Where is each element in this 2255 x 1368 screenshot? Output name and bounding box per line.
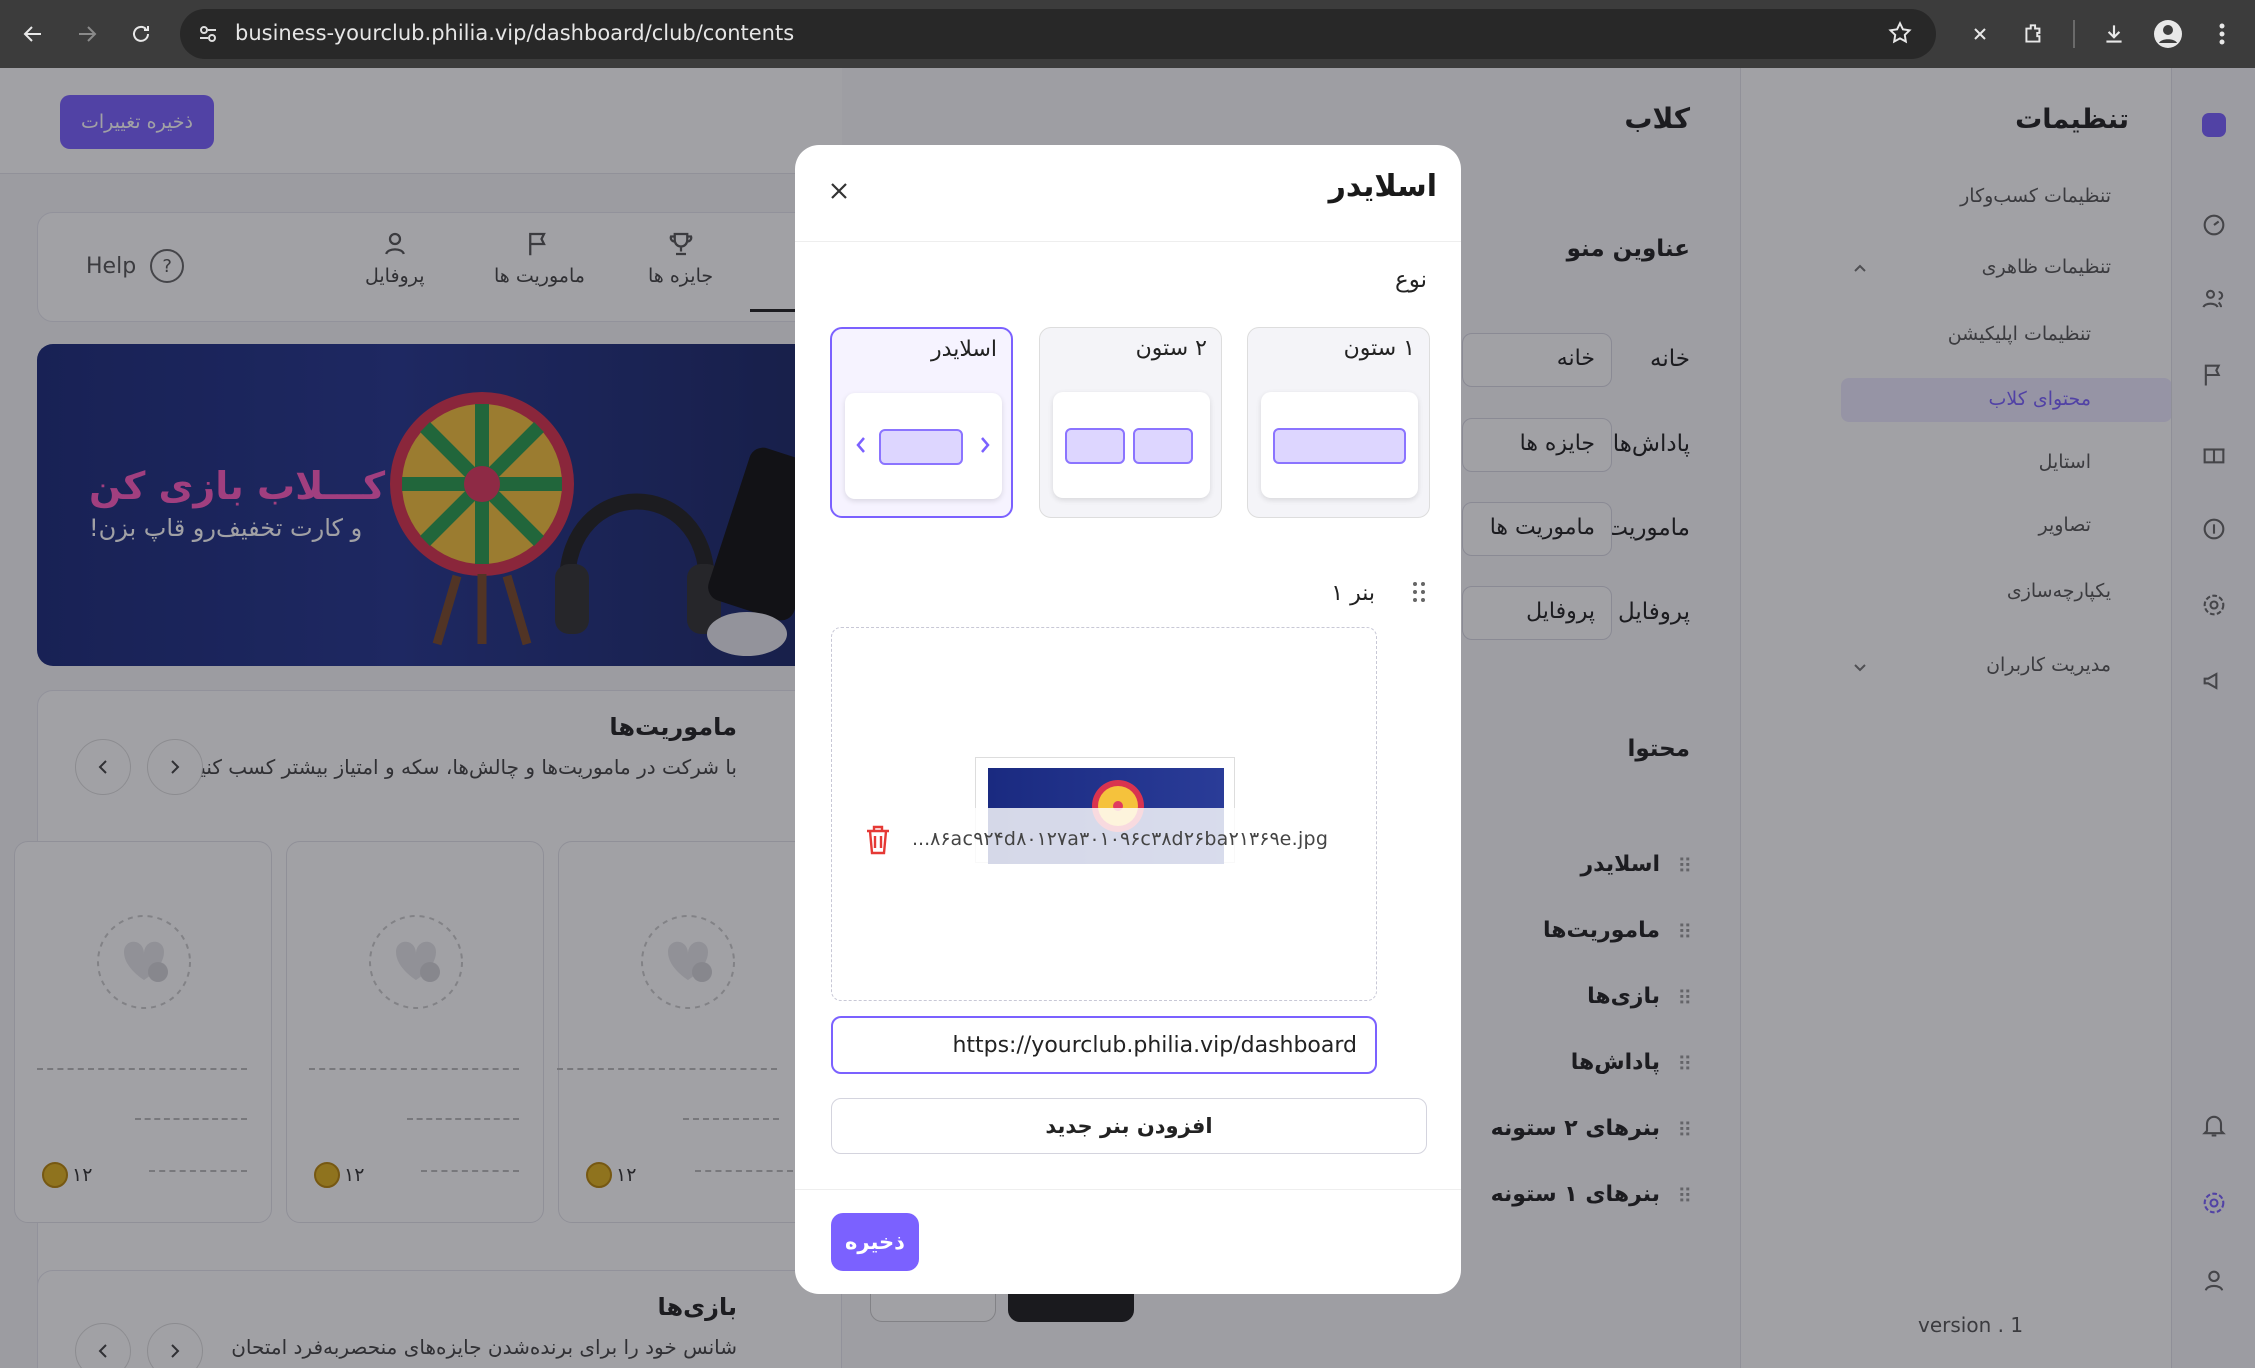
option-preview [845,393,1002,499]
layout-block [1133,428,1193,464]
site-info-icon[interactable] [194,20,222,48]
profile-icon[interactable] [2148,14,2188,54]
layout-block [1273,428,1406,464]
banner-label: بنر ۱ [1331,581,1375,606]
option-label: ۱ ستون [1343,336,1415,361]
close-tab-icon[interactable] [1960,14,2000,54]
delete-trash-icon[interactable] [864,824,892,856]
drag-handle-icon[interactable] [1411,580,1427,604]
reload-icon[interactable] [121,14,161,54]
slider-modal: اسلایدر نوع ۱ ستون ۲ ستون اسلایدر بنر ۱ [795,145,1461,1294]
forward-icon[interactable] [67,14,107,54]
type-label: نوع [1394,267,1427,293]
download-icon[interactable] [2094,14,2134,54]
browser-chrome: business-yourclub.philia.vip/dashboard/c… [0,0,2255,68]
address-bar[interactable]: business-yourclub.philia.vip/dashboard/c… [180,9,1936,59]
banner-link-input[interactable] [831,1016,1377,1074]
layout-block [879,429,963,465]
modal-title: اسلایدر [1328,169,1437,204]
modal-footer-divider [795,1189,1461,1190]
type-option-slider[interactable]: اسلایدر [830,327,1013,518]
type-option-2-columns[interactable]: ۲ ستون [1039,327,1222,518]
back-icon[interactable] [13,14,53,54]
bookmark-star-icon[interactable] [1887,20,1913,46]
type-option-1-column[interactable]: ۱ ستون [1247,327,1430,518]
option-preview [1261,392,1418,498]
save-button[interactable]: ذخیره [831,1213,919,1271]
menu-icon[interactable] [2202,14,2242,54]
extensions-icon[interactable] [2014,14,2054,54]
uploaded-file-row: ...۸۶ac۹۲۴d۸۰۱۲۷a۳۰۱۰۹۶c۳۸d۲۶ba۲۱۳۶۹e.jp… [846,808,1358,872]
toolbar-divider [2073,20,2075,48]
layout-block [1065,428,1125,464]
modal-header: اسلایدر [795,145,1461,242]
uploaded-file-name: ...۸۶ac۹۲۴d۸۰۱۲۷a۳۰۱۰۹۶c۳۸d۲۶ba۲۱۳۶۹e.jp… [912,828,1329,850]
banner-upload-dropzone[interactable]: ...۸۶ac۹۲۴d۸۰۱۲۷a۳۰۱۰۹۶c۳۸d۲۶ba۲۱۳۶۹e.jp… [831,627,1377,1001]
option-label: ۲ ستون [1135,336,1207,361]
add-new-banner-button[interactable]: افزودن بنر جدید [831,1098,1427,1154]
close-icon[interactable] [829,181,849,201]
option-preview [1053,392,1210,498]
chevron-left-icon [855,435,867,455]
url-text[interactable]: business-yourclub.philia.vip/dashboard/c… [235,21,794,45]
option-label: اسلایدر [931,337,997,362]
chevron-right-icon [979,435,991,455]
